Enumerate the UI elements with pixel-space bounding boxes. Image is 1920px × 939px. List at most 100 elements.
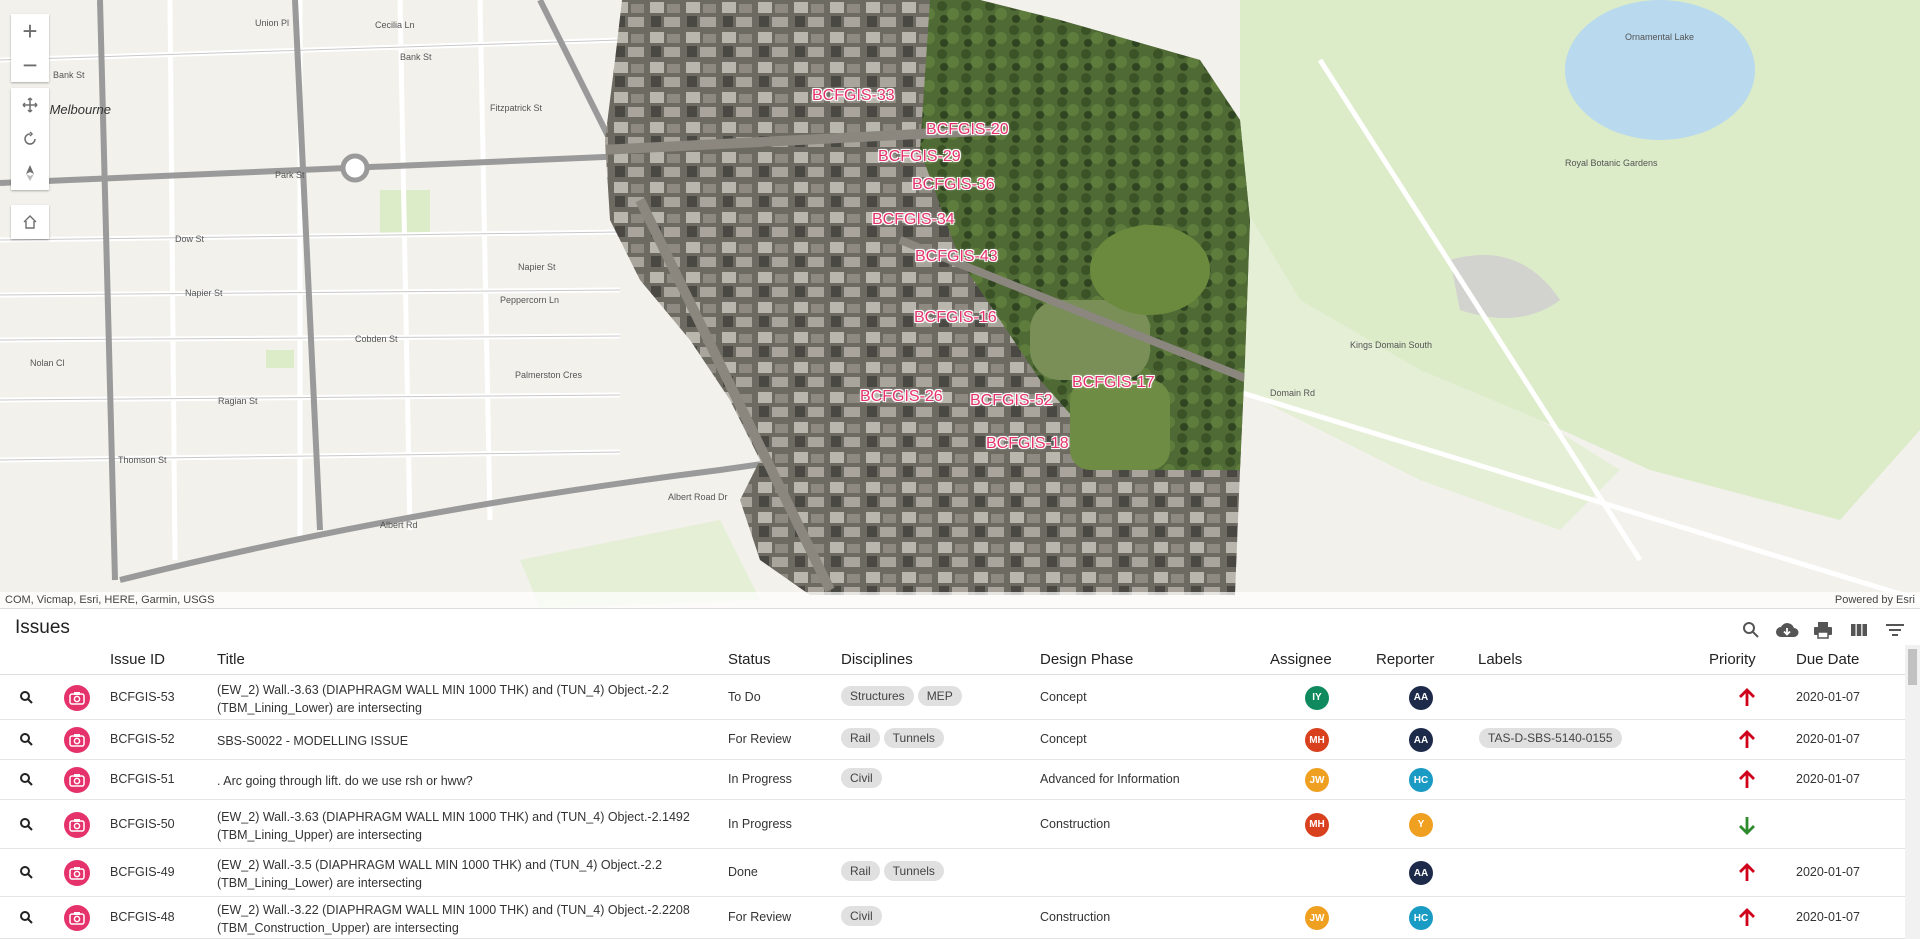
search-icon xyxy=(20,690,33,704)
snapshot-button[interactable] xyxy=(64,727,90,753)
reporter-avatar[interactable]: HC xyxy=(1409,768,1433,792)
reporter-avatar[interactable]: HC xyxy=(1409,906,1433,930)
issue-id-cell: BCFGIS-53 xyxy=(110,689,175,704)
rotate-button[interactable] xyxy=(11,122,49,156)
column-header-design-phase[interactable]: Design Phase xyxy=(1040,651,1133,668)
zoom-in-button[interactable]: + xyxy=(11,14,49,48)
street-label: Cobden St xyxy=(355,334,398,344)
search-icon xyxy=(20,733,33,746)
due-date-cell: 2020-01-07 xyxy=(1796,732,1860,746)
street-label: Union Pl xyxy=(255,18,290,28)
rotate-icon xyxy=(24,131,36,145)
assignee-avatar[interactable]: MH xyxy=(1305,812,1329,837)
column-header-due-date[interactable]: Due Date xyxy=(1796,651,1859,668)
panel-toolbar xyxy=(1736,617,1910,643)
column-header-priority[interactable]: Priority xyxy=(1709,651,1756,668)
zoom-to-issue-button[interactable] xyxy=(18,771,36,789)
filter-button[interactable] xyxy=(1880,617,1910,643)
issue-marker[interactable]: BCFGIS-33 xyxy=(812,87,895,105)
zoom-to-issue-button[interactable] xyxy=(18,909,36,927)
disciplines-cell: Rail Tunnels xyxy=(841,728,948,748)
table-row[interactable]: BCFGIS-51 . Arc going through lift. do we… xyxy=(0,760,1905,800)
street-label: Albert Road Dr xyxy=(668,492,728,502)
issue-marker[interactable]: BCFGIS-29 xyxy=(878,148,961,166)
reporter-avatar[interactable]: AA xyxy=(1409,861,1433,885)
table-row[interactable]: BCFGIS-48 (EW_2) Wall.-3.22 (DIAPHRAGM WA… xyxy=(0,897,1905,939)
snapshot-button[interactable] xyxy=(64,860,90,886)
assignee-avatar[interactable]: IY xyxy=(1305,685,1329,710)
reporter-avatar[interactable]: AA xyxy=(1409,728,1433,752)
street-label: Bank St xyxy=(400,52,432,62)
snapshot-button[interactable] xyxy=(64,905,90,931)
arrow-up-icon xyxy=(1739,908,1755,926)
table-row[interactable]: BCFGIS-53 (EW_2) Wall.-3.63 (DIAPHRAGM WA… xyxy=(0,675,1905,720)
column-header-reporter[interactable]: Reporter xyxy=(1376,651,1434,668)
table-row[interactable]: BCFGIS-52 SBS-S0022 - MODELLING ISSUE For … xyxy=(0,720,1905,760)
print-button[interactable] xyxy=(1808,617,1838,643)
issue-marker[interactable]: BCFGIS-18 xyxy=(986,435,1069,453)
zoom-to-issue-button[interactable] xyxy=(18,689,36,707)
disciplines-cell: Civil xyxy=(841,906,886,926)
table-row[interactable]: BCFGIS-50 (EW_2) Wall.-3.63 (DIAPHRAGM WA… xyxy=(0,800,1905,849)
column-header-labels[interactable]: Labels xyxy=(1478,651,1522,668)
camera-icon xyxy=(69,818,85,832)
column-header-disciplines[interactable]: Disciplines xyxy=(841,651,913,668)
assignee-avatar[interactable]: JW xyxy=(1305,906,1329,930)
zoom-to-issue-button[interactable] xyxy=(18,816,36,834)
issue-marker[interactable]: BCFGIS-34 xyxy=(872,211,955,229)
reporter-avatar[interactable]: Y xyxy=(1409,812,1433,837)
street-label: Ragian St xyxy=(218,396,258,406)
issue-marker[interactable]: BCFGIS-26 xyxy=(860,388,943,406)
table-row[interactable]: BCFGIS-49 (EW_2) Wall.-3.5 (DIAPHRAGM WAL… xyxy=(0,849,1905,897)
pan-icon xyxy=(22,97,38,113)
status-cell: For Review xyxy=(728,910,792,924)
column-header-issue-id[interactable]: Issue ID xyxy=(110,651,165,668)
reporter-avatar[interactable]: AA xyxy=(1409,685,1433,710)
discipline-chip: Structures xyxy=(841,685,914,706)
pan-button[interactable] xyxy=(11,88,49,122)
issue-marker[interactable]: BCFGIS-16 xyxy=(914,309,997,327)
table-scrollbar[interactable] xyxy=(1905,645,1920,939)
issue-marker[interactable]: BCFGIS-17 xyxy=(1072,374,1155,392)
zoom-out-button[interactable]: − xyxy=(11,48,49,82)
issue-marker[interactable]: BCFGIS-36 xyxy=(912,176,995,194)
design-phase-cell: Advanced for Information xyxy=(1040,772,1180,786)
assignee-avatar[interactable]: JW xyxy=(1305,768,1329,792)
status-cell: In Progress xyxy=(728,816,792,831)
street-label: Royal Botanic Gardens xyxy=(1565,158,1658,168)
column-header-title[interactable]: Title xyxy=(217,651,245,668)
discipline-chip: MEP xyxy=(917,685,962,706)
scrollbar-thumb[interactable] xyxy=(1908,649,1917,685)
issue-marker[interactable]: BCFGIS-52 xyxy=(970,392,1053,410)
column-header-assignee[interactable]: Assignee xyxy=(1270,651,1332,668)
title-cell: (EW_2) Wall.-3.5 (DIAPHRAGM WALL MIN 100… xyxy=(217,858,663,890)
snapshot-button[interactable] xyxy=(64,811,90,838)
navigation-control xyxy=(11,88,49,190)
street-label: Bank St xyxy=(53,70,85,80)
disciplines-cell: Structures MEP xyxy=(841,685,966,706)
issue-marker[interactable]: BCFGIS-43 xyxy=(915,248,998,266)
assignee-avatar[interactable]: MH xyxy=(1305,728,1329,752)
home-button[interactable] xyxy=(11,205,49,239)
zoom-to-issue-button[interactable] xyxy=(18,864,36,882)
search-button[interactable] xyxy=(1736,617,1766,643)
columns-button[interactable] xyxy=(1844,617,1874,643)
snapshot-button[interactable] xyxy=(64,767,90,793)
due-date-cell: 2020-01-07 xyxy=(1796,772,1860,786)
street-label: Thomson St xyxy=(118,455,167,465)
issues-panel: Issues Issue ID Title Status Disciplines… xyxy=(0,608,1920,939)
arrow-up-icon xyxy=(1739,863,1755,881)
design-phase-cell: Construction xyxy=(1040,910,1111,924)
street-label: Albert Rd xyxy=(380,520,418,530)
download-button[interactable] xyxy=(1772,617,1802,643)
map-view[interactable]: Union Pl Cecilia Ln Bank St Bank St Fitz… xyxy=(0,0,1920,608)
label-chip: TAS-D-SBS-5140-0155 xyxy=(1479,728,1622,748)
column-header-status[interactable]: Status xyxy=(728,651,771,668)
compass-button[interactable] xyxy=(11,156,49,190)
zoom-to-issue-button[interactable] xyxy=(18,731,36,749)
arrow-up-icon xyxy=(1739,687,1755,706)
snapshot-button[interactable] xyxy=(64,684,90,711)
arrow-down-icon xyxy=(1739,816,1755,835)
powered-by-esri[interactable]: Powered by Esri xyxy=(1835,592,1915,608)
issue-marker[interactable]: BCFGIS-20 xyxy=(926,121,1009,139)
